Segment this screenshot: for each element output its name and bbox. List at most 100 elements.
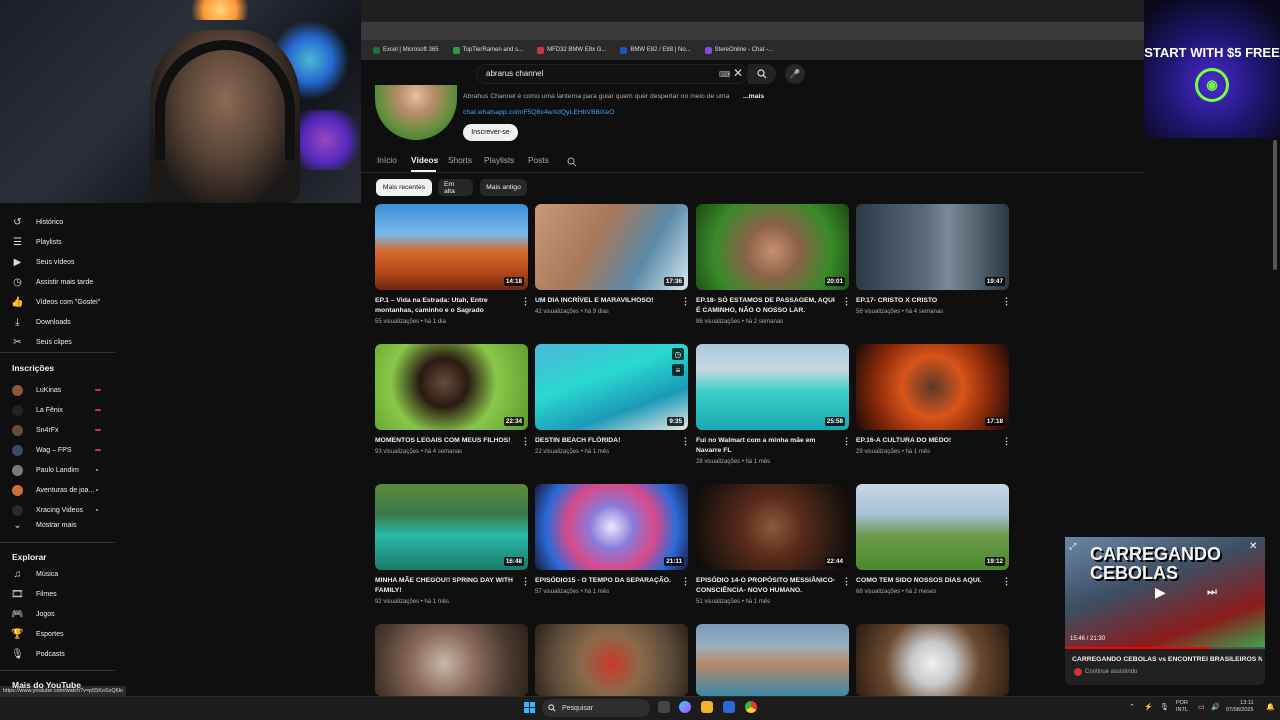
video-title[interactable]: MINHA MÃE CHEGOU!! SPRING DAY WITH FAMIL…	[375, 576, 515, 596]
video-thumbnail[interactable]	[375, 624, 528, 696]
file-explorer-icon[interactable]	[701, 701, 713, 713]
more-actions-icon[interactable]: ⋮	[521, 436, 530, 447]
video-thumbnail[interactable]: 20:01	[696, 204, 849, 290]
browser-tabstrip[interactable]	[361, 22, 1144, 40]
video-thumbnail[interactable]: 21:11	[535, 484, 688, 570]
video-title[interactable]: COMO TEM SIDO NOSSOS DIAS AQUI.	[856, 576, 996, 586]
more-actions-icon[interactable]: ⋮	[1002, 436, 1011, 447]
video-thumbnail[interactable]: 22:34	[375, 344, 528, 430]
more-actions-icon[interactable]: ⋮	[842, 576, 851, 587]
video-thumbnail[interactable]: 22:44	[696, 484, 849, 570]
play-icon[interactable]: ▶	[1155, 584, 1166, 601]
sidebar-item[interactable]: ⤓ Downloads	[12, 312, 112, 332]
sidebar-item[interactable]: ↺ Histórico	[12, 212, 112, 232]
video-thumbnail[interactable]	[856, 624, 1009, 696]
video-title[interactable]: EPISÓDIO15 - O TEMPO DA SEPARAÇÃO.	[535, 576, 675, 586]
video-title[interactable]: EP.1 – Vida na Estrada: Utah, Entre mont…	[375, 296, 515, 316]
video-thumbnail[interactable]: 14:18	[375, 204, 528, 290]
tray-chevron-icon[interactable]: ⌃	[1129, 703, 1135, 711]
search-input-value[interactable]: abrarus channel	[486, 69, 543, 78]
bookmark-item[interactable]: TopTierRamen and s...	[452, 46, 523, 54]
video-title[interactable]: DESTIN BEACH FLÓRIDA!	[535, 436, 675, 446]
sidebar-item[interactable]: ☰ Playlists	[12, 232, 112, 252]
subscribe-button[interactable]: Inscrever-se	[463, 124, 518, 141]
video-title[interactable]: EP.18- SÓ ESTAMOS DE PASSAGEM, AQUI É CA…	[696, 296, 836, 316]
video-thumbnail[interactable]: 25:58	[696, 344, 849, 430]
show-more-button[interactable]: ⌄ Mostrar mais	[12, 515, 112, 535]
tab-posts[interactable]: Posts	[528, 155, 549, 165]
video-title[interactable]: MOMENTOS LEGAIS COM MEUS FILHOS!	[375, 436, 515, 446]
more-actions-icon[interactable]: ⋮	[1002, 576, 1011, 587]
explore-item[interactable]: 🎮 Jogos	[11, 604, 112, 624]
network-icon[interactable]: ⚡	[1144, 703, 1153, 711]
bookmark-item[interactable]: MFD32 BMW E8x G...	[537, 46, 606, 54]
keyboard-icon[interactable]: ⌨	[719, 70, 731, 79]
explore-item[interactable]: 🎞 Filmes	[11, 584, 112, 604]
sort-chip[interactable]: Mais recentes	[376, 179, 432, 196]
sponsor-ad[interactable]: START WITH $5 FREE ◉	[1144, 0, 1280, 138]
task-view-icon[interactable]	[658, 701, 670, 713]
chrome-icon[interactable]	[745, 701, 757, 713]
more-actions-icon[interactable]: ⋮	[842, 436, 851, 447]
sidebar-item[interactable]: 👍 Vídeos com "Gostei"	[11, 292, 112, 312]
video-title[interactable]: EPISÓDIO 14-O PROPÓSITO MESSIÂNICO-CONSC…	[696, 576, 836, 596]
more-actions-icon[interactable]: ⋮	[1002, 296, 1011, 307]
tab-vídeos[interactable]: Vídeos	[411, 155, 438, 165]
sidebar-item[interactable]: ◷ Assistir mais tarde	[12, 272, 112, 292]
video-title[interactable]: EP.16-A CULTURA DO MEDO!	[856, 436, 996, 446]
tab-playlists[interactable]: Playlists	[484, 155, 514, 165]
video-thumbnail[interactable]: 19:47	[856, 204, 1009, 290]
sidebar-item[interactable]: ▶ Seus vídeos	[12, 252, 112, 272]
sort-chip[interactable]: Em alta	[438, 179, 473, 196]
video-title[interactable]: UM DIA INCRÍVEL E MARAVILHOSO!	[535, 296, 675, 306]
search-button[interactable]	[748, 64, 776, 84]
store-icon[interactable]	[723, 701, 735, 713]
channel-search-icon[interactable]	[567, 154, 577, 172]
bookmark-item[interactable]: BMW E82 / E88 | No...	[620, 46, 691, 54]
channel-link[interactable]: chat.whatsapp.com/F5Q8x4wXdQyLEHbVB6lXeO	[463, 109, 615, 116]
video-thumbnail[interactable]	[535, 624, 688, 696]
video-thumbnail[interactable]: 17:36	[535, 204, 688, 290]
volume-icon[interactable]: 🔊	[1211, 703, 1220, 711]
windows-start-icon[interactable]	[524, 702, 535, 713]
page-scrollbar[interactable]	[1273, 140, 1277, 270]
sort-chip[interactable]: Mais antigo	[480, 179, 527, 196]
voice-search-button[interactable]: 🎤	[785, 64, 805, 84]
microphone-tray-icon[interactable]: 🎙	[1160, 703, 1169, 711]
video-thumbnail[interactable]	[696, 624, 849, 696]
more-actions-icon[interactable]: ⋮	[521, 296, 530, 307]
description-more-link[interactable]: ...mais	[743, 93, 764, 100]
more-actions-icon[interactable]: ⋮	[521, 576, 530, 587]
explore-item[interactable]: ♫ Música	[12, 564, 112, 584]
more-actions-icon[interactable]: ⋮	[681, 296, 690, 307]
next-icon[interactable]: ⏭	[1207, 586, 1217, 599]
close-icon[interactable]: ✕	[1249, 541, 1257, 552]
mini-player-title[interactable]: CARREGANDO CEBOLAS vs ENCONTREI BRASILEI…	[1072, 656, 1262, 663]
sidebar-item[interactable]: ✂ Seus clipes	[12, 332, 112, 352]
expand-icon[interactable]: ⤢	[1069, 541, 1076, 552]
taskbar-search[interactable]: Pesquisar	[542, 699, 650, 717]
clear-search-icon[interactable]: ✕	[733, 66, 743, 80]
explore-item[interactable]: 🏆 Esportes	[11, 624, 112, 644]
video-thumbnail[interactable]: 9:35 ◷ ≡	[535, 344, 688, 430]
explore-item[interactable]: 🎙 Podcasts	[11, 644, 112, 664]
copilot-icon[interactable]	[679, 701, 691, 713]
bookmark-item[interactable]: Excel | Microsoft 365	[373, 46, 439, 54]
video-title[interactable]: Fui no Walmart com a minha mãe em Navarr…	[696, 436, 836, 456]
video-thumbnail[interactable]: 16:48	[375, 484, 528, 570]
more-actions-icon[interactable]: ⋮	[842, 296, 851, 307]
tab-início[interactable]: Início	[377, 155, 397, 165]
notifications-icon[interactable]: 🔔	[1266, 703, 1275, 711]
tab-shorts[interactable]: Shorts	[448, 155, 472, 165]
language-indicator[interactable]: POR INTL	[1176, 700, 1188, 714]
video-title[interactable]: EP.17- CRISTO X CRISTO	[856, 296, 996, 306]
add-to-queue-icon[interactable]: ≡	[672, 364, 684, 376]
watch-later-icon[interactable]: ◷	[672, 348, 684, 360]
display-icon[interactable]: ▭	[1198, 703, 1205, 711]
video-thumbnail[interactable]: 19:12	[856, 484, 1009, 570]
bookmark-item[interactable]: StereOnline - Chat -...	[704, 46, 773, 54]
more-actions-icon[interactable]: ⋮	[681, 576, 690, 587]
video-thumbnail[interactable]: 17:18	[856, 344, 1009, 430]
clock[interactable]: 13:11 07/08/2025	[1226, 700, 1254, 714]
more-actions-icon[interactable]: ⋮	[681, 436, 690, 447]
